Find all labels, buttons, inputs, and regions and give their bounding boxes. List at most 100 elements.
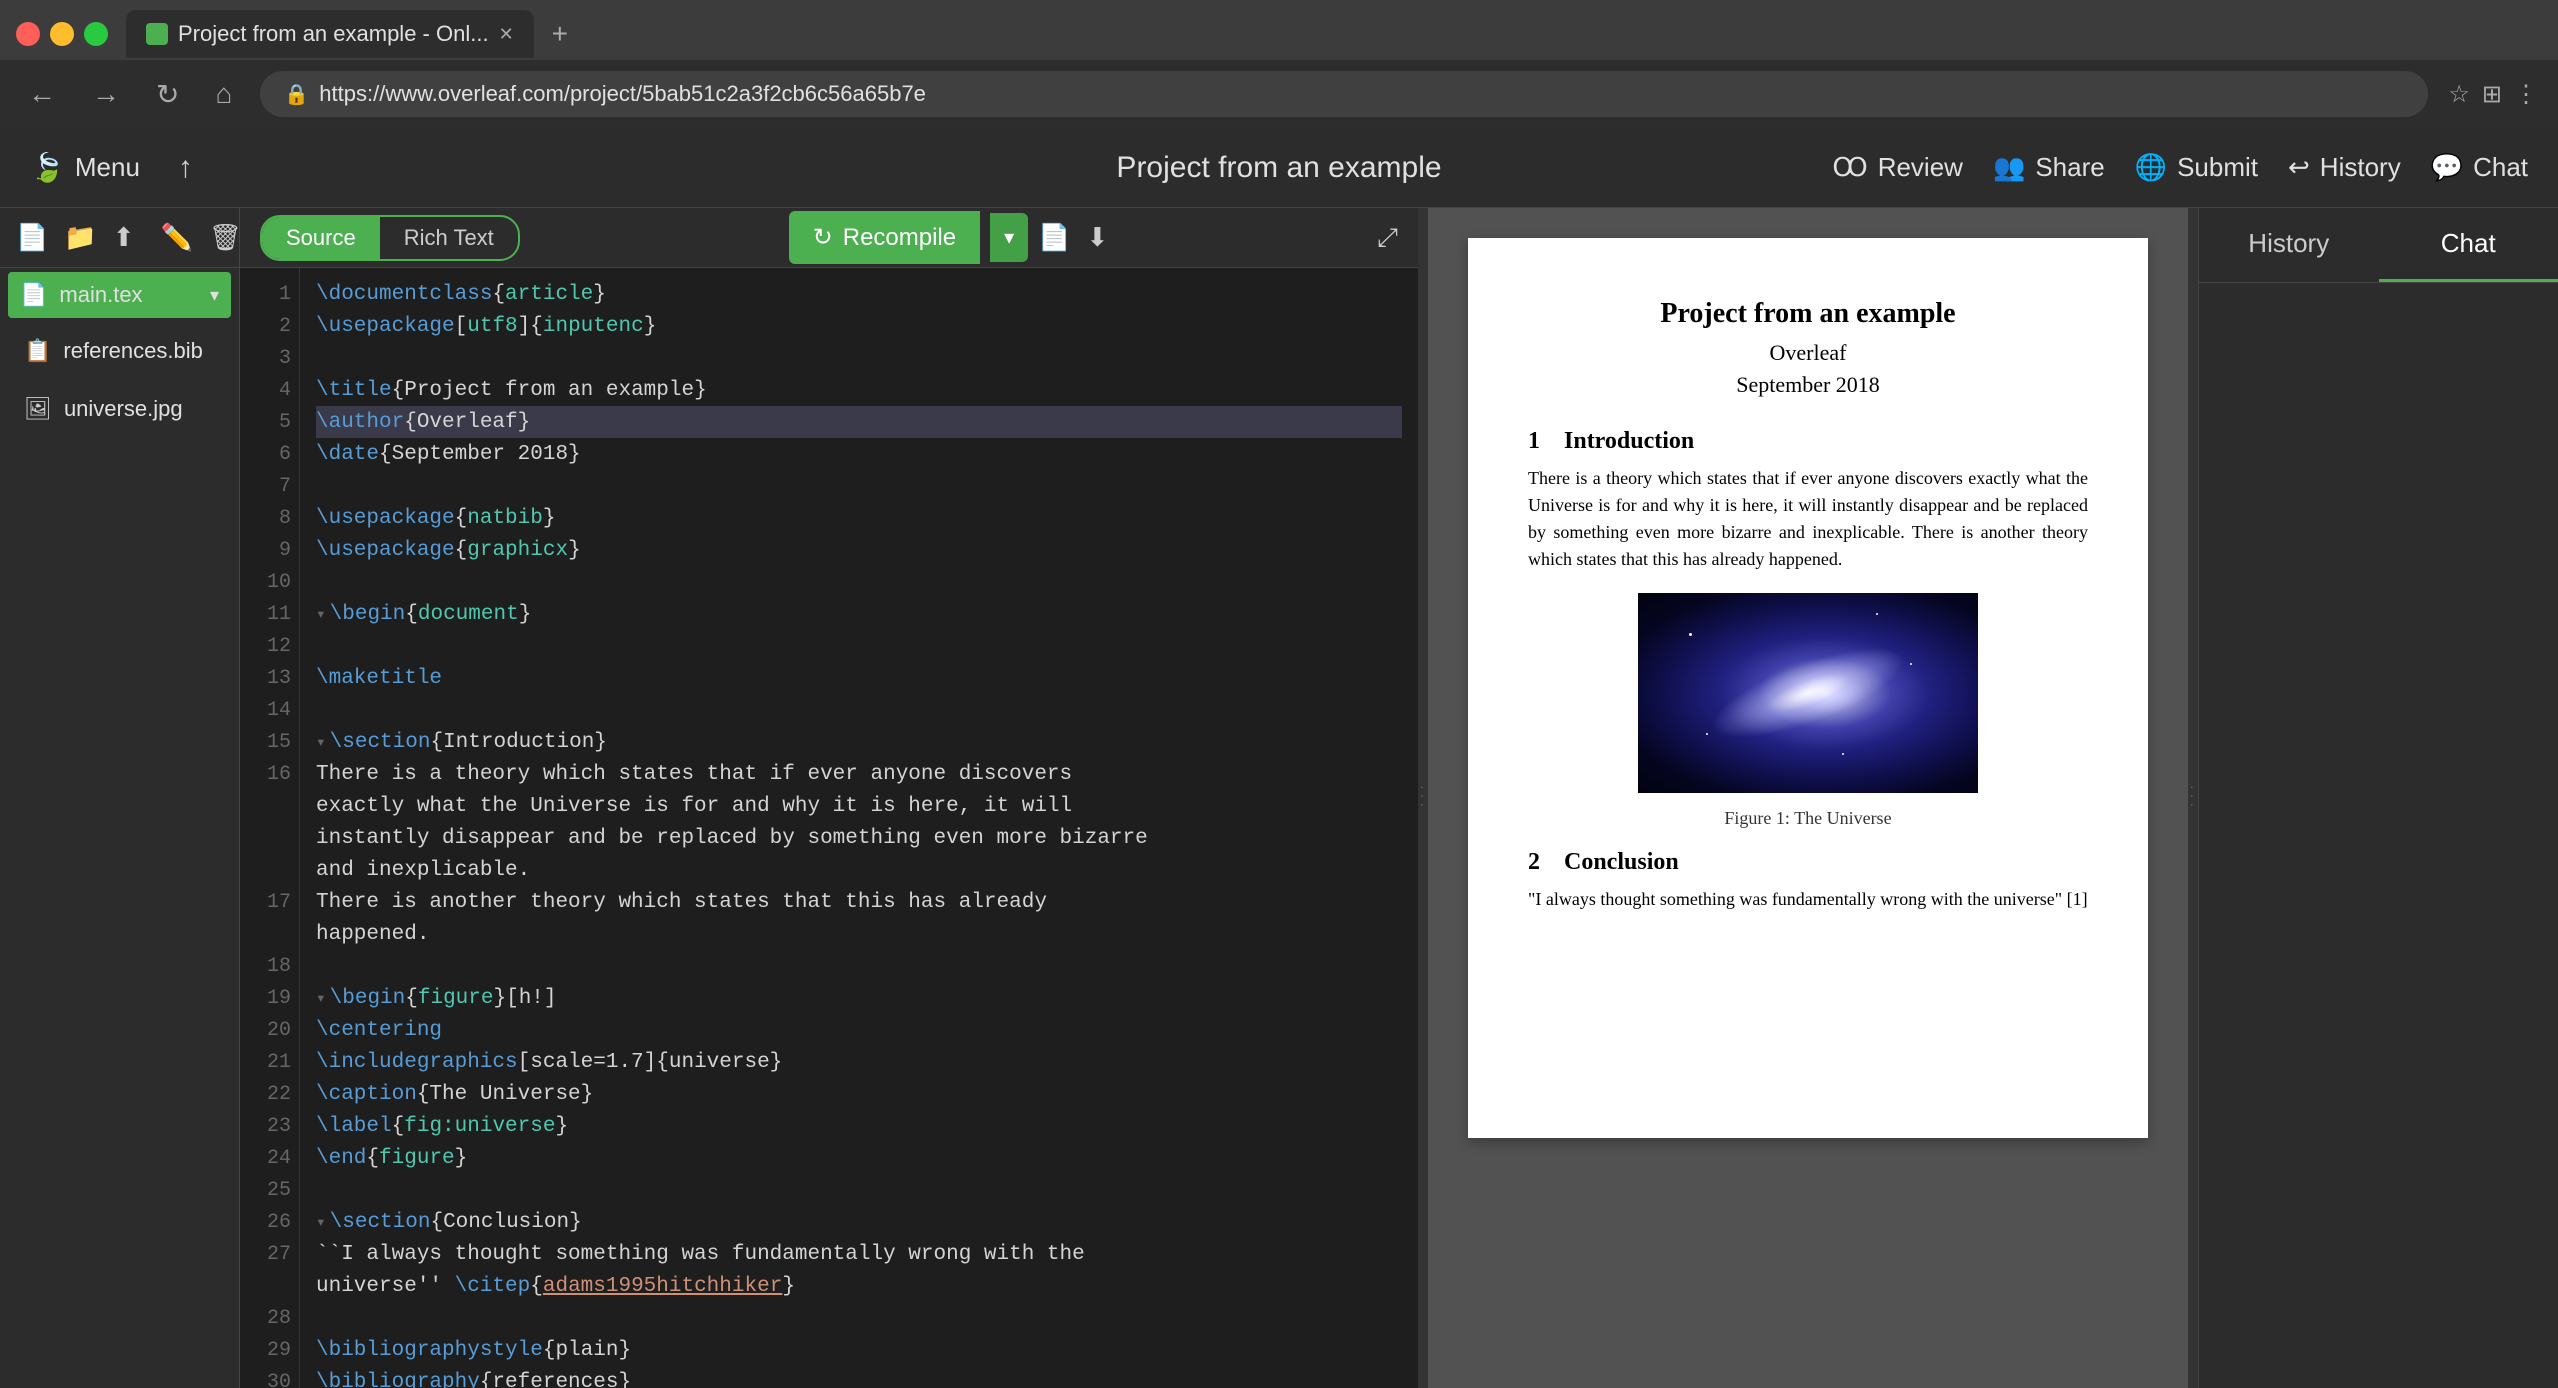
code-line-3 bbox=[316, 342, 1402, 374]
line-number: 7 bbox=[248, 470, 291, 502]
line-number bbox=[248, 918, 291, 950]
pdf-page: Project from an example Overleaf Septemb… bbox=[1468, 238, 2148, 1138]
line-number: 1 bbox=[248, 278, 291, 310]
code-line-6: \date{September 2018} bbox=[316, 438, 1402, 470]
sidebar: 📄 📁 ⬆ ✏️ 🗑 📄 main.tex ▾ 📋 references.bib… bbox=[0, 208, 240, 1388]
history-label: History bbox=[2320, 152, 2401, 183]
rename-button[interactable]: ✏️ bbox=[161, 222, 193, 253]
line-number: 15 bbox=[248, 726, 291, 758]
line-number bbox=[248, 790, 291, 822]
sidebar-toolbar: 📄 📁 ⬆ ✏️ 🗑 bbox=[0, 208, 239, 268]
fullscreen-button[interactable]: ⤢ bbox=[1377, 222, 1398, 254]
code-line-21: \includegraphics[scale=1.7]{universe} bbox=[316, 1046, 1402, 1078]
menu-label: Menu bbox=[75, 152, 140, 183]
line-number: 20 bbox=[248, 1014, 291, 1046]
code-line-24: \end{figure} bbox=[316, 1142, 1402, 1174]
line-number: 30 bbox=[248, 1366, 291, 1388]
code-content[interactable]: \documentclass{article} \usepackage[utf8… bbox=[300, 268, 1418, 1388]
tab-bar: Project from an example - Onl... ✕ + bbox=[0, 0, 2558, 60]
code-line-11: ▾\begin{document} bbox=[316, 598, 1402, 630]
line-number: 25 bbox=[248, 1174, 291, 1206]
tex-file-icon: 📄 bbox=[20, 282, 47, 308]
new-folder-button[interactable]: 📁 bbox=[64, 222, 96, 253]
code-editor[interactable]: 1 2 3 4 5 6 7 8 9 10 11 12 13 14 15 16 1… bbox=[240, 268, 1418, 1388]
sidebar-file-universe[interactable]: 🖼 universe.jpg bbox=[8, 382, 231, 436]
pdf-section-2-body: "I always thought something was fundamen… bbox=[1528, 886, 2088, 913]
source-rich-toggle: Source Rich Text bbox=[260, 215, 520, 261]
source-toggle-button[interactable]: Source bbox=[262, 217, 380, 259]
line-number bbox=[248, 822, 291, 854]
submit-button[interactable]: 🌐 Submit bbox=[2135, 152, 2258, 183]
upload-file-button[interactable]: ⬆ bbox=[113, 222, 135, 253]
code-line-17b: happened. bbox=[316, 918, 1402, 950]
pdf-section-1: 1 Introduction bbox=[1528, 428, 2088, 455]
line-number: 5 bbox=[248, 406, 291, 438]
pdf-preview: Project from an example Overleaf Septemb… bbox=[1428, 208, 2188, 1388]
code-line-25 bbox=[316, 1174, 1402, 1206]
menu-button[interactable]: ⋮ bbox=[2514, 80, 2538, 109]
code-line-12 bbox=[316, 630, 1402, 662]
sidebar-file-references[interactable]: 📋 references.bib bbox=[8, 324, 231, 378]
active-tab[interactable]: Project from an example - Onl... ✕ bbox=[126, 10, 534, 58]
back-button[interactable]: ← bbox=[20, 74, 64, 114]
menu-button[interactable]: 🍃 Menu bbox=[30, 151, 140, 184]
chat-tab[interactable]: Chat bbox=[2379, 208, 2558, 282]
line-number: 3 bbox=[248, 342, 291, 374]
history-button[interactable]: ↩ History bbox=[2288, 152, 2401, 183]
line-number bbox=[248, 1270, 291, 1302]
code-line-5: \author{Overleaf} bbox=[316, 406, 1402, 438]
fullscreen-window-button[interactable] bbox=[84, 22, 108, 46]
code-line-28 bbox=[316, 1302, 1402, 1334]
share-label: Share bbox=[2035, 152, 2104, 183]
recompile-icon: ↻ bbox=[813, 223, 833, 252]
line-number: 21 bbox=[248, 1046, 291, 1078]
minimize-window-button[interactable] bbox=[50, 22, 74, 46]
code-line-16b: exactly what the Universe is for and why… bbox=[316, 790, 1402, 822]
rich-text-toggle-button[interactable]: Rich Text bbox=[380, 217, 518, 259]
editor-divider[interactable]: ··· bbox=[1418, 208, 1428, 1388]
recompile-dropdown-button[interactable]: ▾ bbox=[990, 213, 1028, 262]
sidebar-file-main-tex[interactable]: 📄 main.tex ▾ bbox=[8, 272, 231, 318]
line-number: 29 bbox=[248, 1334, 291, 1366]
share-icon: 👥 bbox=[1993, 152, 2025, 183]
doc-settings-icon[interactable]: 📄 bbox=[1038, 222, 1070, 253]
line-number: 27 bbox=[248, 1238, 291, 1270]
history-tab[interactable]: History bbox=[2199, 208, 2379, 282]
code-line-27b: universe'' \citep{adams1995hitchhiker} bbox=[316, 1270, 1402, 1302]
line-number: 14 bbox=[248, 694, 291, 726]
upload-button[interactable]: ↑ bbox=[170, 147, 201, 189]
preview-divider[interactable]: ··· bbox=[2188, 208, 2198, 1388]
line-number: 2 bbox=[248, 310, 291, 342]
bib-file-icon: 📋 bbox=[24, 338, 51, 364]
review-label: Review bbox=[1878, 152, 1963, 183]
pdf-galaxy-image bbox=[1638, 593, 1978, 793]
reload-button[interactable]: ↻ bbox=[148, 74, 187, 115]
new-file-button[interactable]: 📄 bbox=[16, 222, 48, 253]
code-line-15: ▾\section{Introduction} bbox=[316, 726, 1402, 758]
download-icon[interactable]: ⬇ bbox=[1087, 222, 1109, 253]
code-line-23: \label{fig:universe} bbox=[316, 1110, 1402, 1142]
home-button[interactable]: ⌂ bbox=[207, 74, 240, 114]
bookmark-button[interactable]: ☆ bbox=[2448, 80, 2470, 109]
line-number bbox=[248, 854, 291, 886]
new-tab-button[interactable]: + bbox=[542, 18, 578, 50]
right-panel-tabs: History Chat bbox=[2199, 208, 2558, 283]
share-button[interactable]: 👥 Share bbox=[1993, 152, 2105, 183]
code-line-18 bbox=[316, 950, 1402, 982]
code-line-16d: and inexplicable. bbox=[316, 854, 1402, 886]
recompile-button[interactable]: ↻ Recompile bbox=[789, 211, 981, 264]
forward-button[interactable]: → bbox=[84, 74, 128, 114]
extensions-button[interactable]: ⊞ bbox=[2482, 80, 2502, 109]
code-line-7 bbox=[316, 470, 1402, 502]
close-window-button[interactable] bbox=[16, 22, 40, 46]
delete-button[interactable]: 🗑 bbox=[209, 222, 242, 253]
url-bar[interactable]: 🔒 https://www.overleaf.com/project/5bab5… bbox=[260, 71, 2428, 117]
right-panel: History Chat bbox=[2198, 208, 2558, 1388]
code-line-10 bbox=[316, 566, 1402, 598]
close-tab-button[interactable]: ✕ bbox=[499, 24, 514, 45]
main-layout: 📄 📁 ⬆ ✏️ 🗑 📄 main.tex ▾ 📋 references.bib… bbox=[0, 208, 2558, 1388]
line-number: 10 bbox=[248, 566, 291, 598]
review-button[interactable]: Ꝏ Review bbox=[1832, 152, 1963, 183]
chat-button[interactable]: 💬 Chat bbox=[2431, 152, 2528, 183]
code-line-13: \maketitle bbox=[316, 662, 1402, 694]
